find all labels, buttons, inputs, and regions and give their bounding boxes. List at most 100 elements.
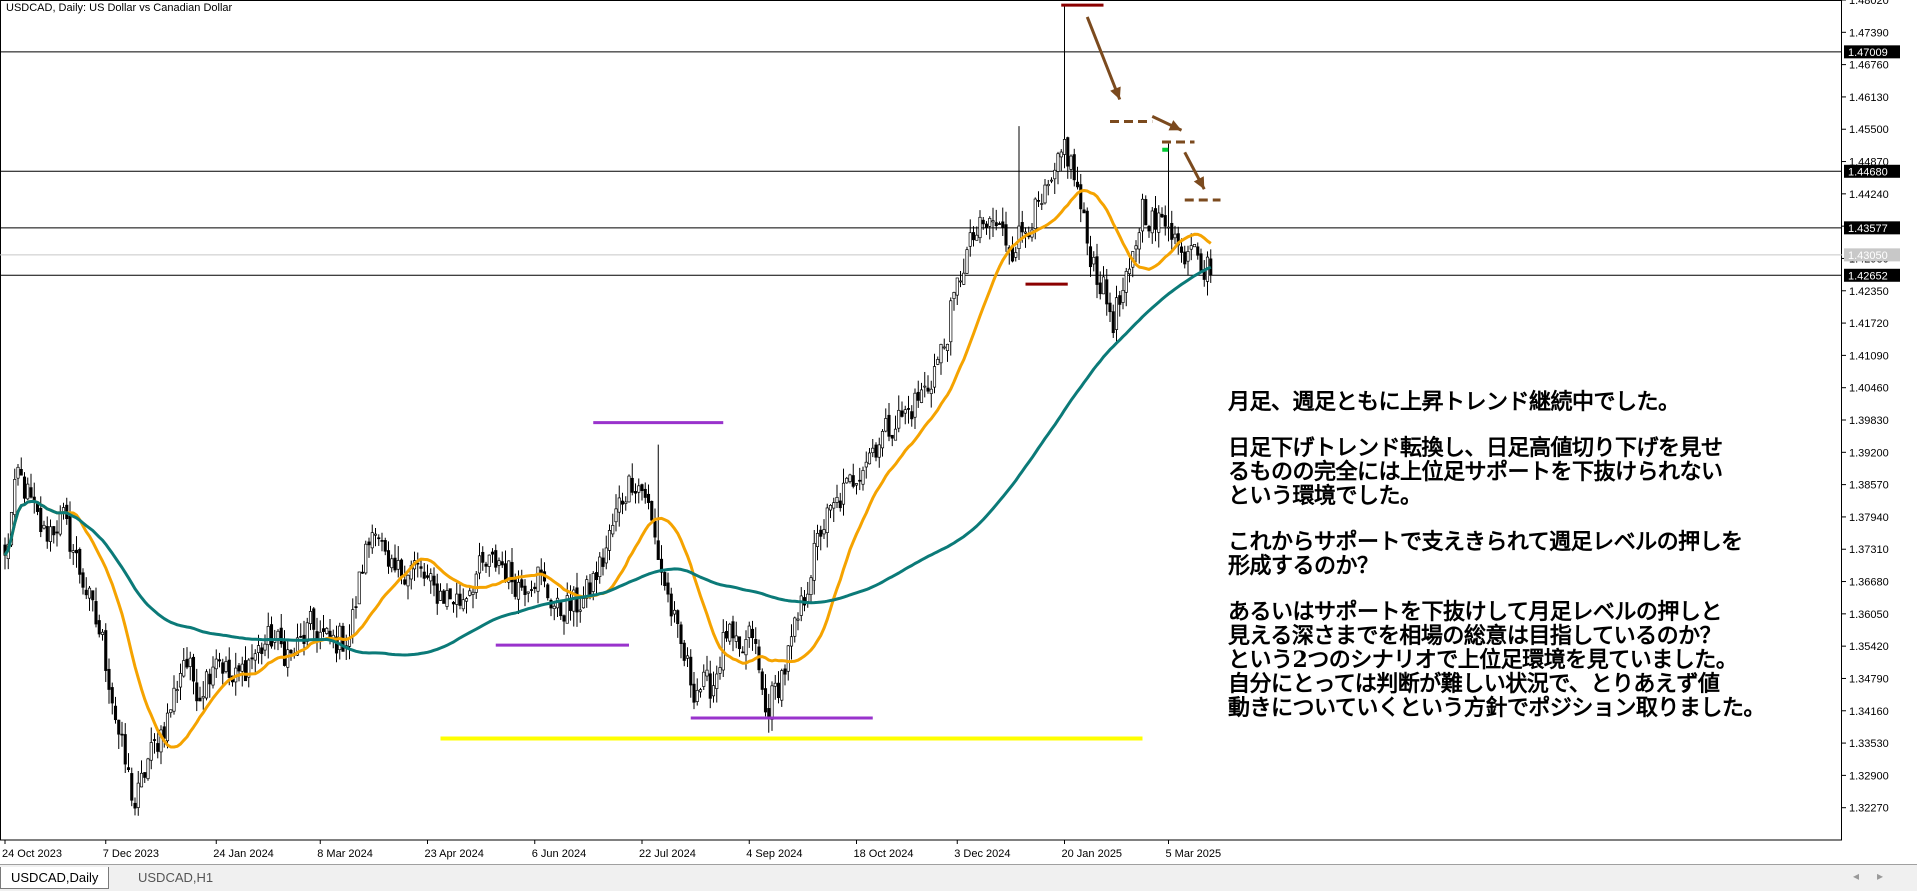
- candle-body: [806, 593, 810, 602]
- candle-body: [978, 216, 982, 239]
- candle-body: [890, 434, 894, 439]
- candle-body: [260, 647, 264, 654]
- candle-body: [1114, 297, 1119, 330]
- candle-body: [822, 529, 826, 535]
- candle-body: [204, 671, 209, 699]
- tab-usdcad-daily[interactable]: USDCAD,Daily: [0, 867, 110, 889]
- price-axis-label: 1.41090: [1849, 350, 1889, 362]
- candle-body: [143, 772, 147, 778]
- candle-body: [1166, 226, 1171, 229]
- candle-body: [123, 734, 127, 765]
- note-line: あるいはサポートを下抜けして月足レベルの押しと: [1228, 599, 1722, 625]
- candle-body: [243, 660, 248, 682]
- candle-body: [929, 388, 933, 394]
- candle-body: [874, 444, 878, 458]
- candle-body: [728, 623, 732, 642]
- candle-body: [835, 496, 839, 503]
- candle-body: [734, 635, 738, 642]
- candle-body: [864, 461, 868, 468]
- candle-body: [29, 487, 33, 498]
- tab-scroll-controls: ◂▸: [1853, 869, 1901, 883]
- candle-body: [731, 621, 735, 639]
- candle-body: [312, 608, 316, 630]
- candle-body: [87, 587, 92, 599]
- candle-body: [1124, 270, 1128, 293]
- candle-body: [744, 639, 748, 656]
- candle-body: [464, 598, 469, 602]
- candle-body: [887, 414, 891, 437]
- candle-body: [48, 526, 53, 542]
- candle-body: [1072, 154, 1076, 181]
- candle-body: [403, 579, 407, 585]
- candle-body: [490, 551, 495, 555]
- scroll-right-icon[interactable]: ▸: [1877, 869, 1901, 883]
- candle-body: [1199, 253, 1203, 272]
- candle-body: [562, 615, 566, 622]
- candle-body: [936, 359, 940, 365]
- candle-body: [809, 577, 813, 595]
- price-axis-label: 1.48020: [1849, 0, 1889, 7]
- time-axis-label: 7 Dec 2023: [103, 848, 159, 860]
- candle-body: [357, 571, 361, 605]
- candle-body: [377, 537, 381, 540]
- chart-tab-bar: USDCAD,Daily USDCAD,H1 ◂▸: [0, 864, 1917, 891]
- price-axis-label: 1.46130: [1849, 92, 1889, 104]
- candle-body: [393, 557, 397, 571]
- note-line: これからサポートで支えきられて週足レベルの押しを: [1228, 529, 1743, 555]
- candle-body: [354, 606, 358, 608]
- candle-body: [793, 617, 797, 637]
- candle-body: [172, 687, 176, 712]
- candle-body: [1020, 222, 1024, 233]
- candle-body: [945, 343, 950, 351]
- candle-body: [663, 572, 667, 586]
- candle-body: [494, 550, 498, 568]
- candle-body: [643, 488, 647, 498]
- candle-body: [533, 586, 537, 590]
- candle-body: [481, 551, 485, 563]
- scroll-left-icon[interactable]: ◂: [1853, 869, 1877, 883]
- candle-body: [877, 444, 881, 458]
- candle-body: [146, 758, 150, 780]
- tab-usdcad-h1[interactable]: USDCAD,H1: [128, 867, 223, 889]
- price-level-tag-label: 1.44680: [1848, 166, 1888, 178]
- candle-body: [601, 557, 605, 567]
- candle-body: [1043, 184, 1047, 204]
- candle-body: [815, 533, 820, 547]
- candle-body: [536, 566, 540, 592]
- candle-body: [747, 625, 751, 638]
- candle-body: [227, 659, 231, 678]
- candle-body: [16, 466, 20, 479]
- candle-body: [81, 572, 85, 588]
- candle-body: [848, 474, 852, 482]
- candle-body: [971, 232, 976, 241]
- candle-body: [445, 590, 449, 607]
- chart-area[interactable]: 1.48020 1.47390 1.46760 1.46130 1.45500 1.448…: [0, 0, 1917, 864]
- price-axis-label: 1.32270: [1849, 803, 1889, 815]
- candle-body: [776, 682, 781, 699]
- candle-body: [711, 685, 716, 697]
- candle-body: [487, 554, 491, 567]
- candle-body: [780, 670, 784, 701]
- time-axis-label: 8 Mar 2024: [317, 848, 373, 860]
- candle-body: [461, 599, 465, 610]
- price-axis-label: 1.44240: [1849, 189, 1889, 201]
- candle-body: [240, 663, 244, 672]
- candle-body: [845, 477, 849, 484]
- candle-body: [650, 500, 654, 521]
- candle-body: [1134, 245, 1138, 250]
- candle-body: [1157, 212, 1161, 233]
- candle-body: [325, 627, 329, 634]
- candle-body: [503, 563, 508, 581]
- candle-body: [224, 661, 228, 672]
- candle-body: [942, 346, 946, 349]
- candle-body: [832, 502, 836, 509]
- price-level-tag-label: 1.42652: [1848, 270, 1888, 282]
- candle-body: [370, 532, 374, 549]
- candle-body: [718, 667, 722, 674]
- candle-body: [26, 483, 30, 500]
- candle-body: [620, 500, 625, 505]
- price-axis-label: 1.47390: [1849, 27, 1889, 39]
- candle-body: [1160, 213, 1164, 218]
- candle-body: [708, 673, 712, 699]
